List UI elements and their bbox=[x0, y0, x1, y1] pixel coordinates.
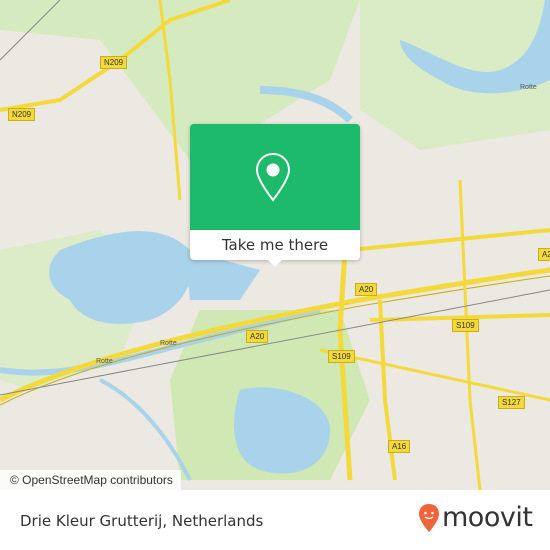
road-shield: A20 bbox=[246, 330, 269, 343]
moovit-logo: moovit bbox=[418, 502, 533, 533]
brand-name: moovit bbox=[442, 502, 533, 533]
road-shield: A2 bbox=[538, 248, 550, 261]
location-popup: Take me there bbox=[190, 124, 360, 267]
take-me-there-button[interactable]: Take me there bbox=[190, 230, 360, 260]
road-shield: N209 bbox=[8, 108, 36, 121]
road-shield: S109 bbox=[328, 350, 355, 363]
popup-header bbox=[190, 124, 360, 230]
waterway-label: Rotte bbox=[160, 340, 177, 347]
attribution[interactable]: © OpenStreetMap contributors bbox=[0, 470, 181, 490]
place-name: Drie Kleur Grutterij, Netherlands bbox=[20, 512, 264, 530]
road-shield: S109 bbox=[452, 319, 479, 332]
waterway-label: Rotte bbox=[520, 84, 537, 91]
popup-tail bbox=[267, 259, 283, 267]
road-shield: N209 bbox=[100, 56, 128, 69]
moovit-pin-icon bbox=[419, 503, 439, 532]
map-pin-icon bbox=[255, 152, 291, 202]
road-shield: A20 bbox=[355, 283, 378, 296]
map[interactable]: N209 N209 A20 A20 S109 S109 S127 A16 A2 … bbox=[0, 0, 550, 490]
footer: Drie Kleur Grutterij, Netherlands moovit bbox=[0, 490, 550, 550]
road-shield: S127 bbox=[498, 396, 525, 409]
waterway-label: Rotte bbox=[96, 358, 113, 365]
road-shield: A16 bbox=[388, 440, 411, 453]
